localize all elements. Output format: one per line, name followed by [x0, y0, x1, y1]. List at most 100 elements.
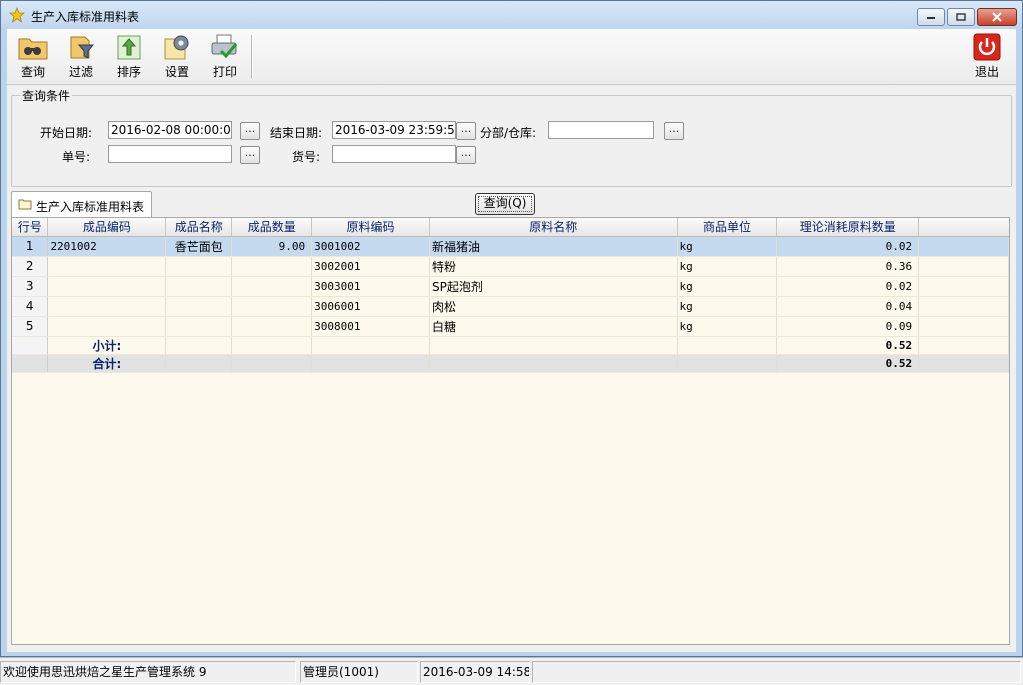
dept-warehouse-label: 分部/仓库:	[480, 126, 537, 140]
material-name-cell: 肉松	[429, 296, 678, 317]
maximize-icon	[956, 13, 966, 21]
consumption-cell: 0.02	[776, 236, 920, 257]
star-app-icon	[9, 7, 25, 23]
data-grid[interactable]: 行号 成品编码 成品名称 成品数量 原料编码 原料名称 商品单位 理论消耗原料数…	[11, 217, 1010, 645]
filler-cell	[918, 296, 1009, 317]
unit-cell: kg	[677, 276, 778, 297]
goods-no-field[interactable]	[332, 145, 456, 163]
order-no-field[interactable]	[108, 145, 232, 163]
status-welcome: 欢迎使用思迅烘焙之星生产管理系统 9	[0, 661, 296, 683]
subtotal-label: 小计:	[47, 336, 167, 355]
filter-icon	[70, 36, 95, 59]
status-empty-panel	[532, 661, 1021, 683]
filter-tool-label: 过滤	[68, 65, 93, 79]
product-name-cell	[165, 276, 233, 297]
col-header-material-code[interactable]: 原料编码	[311, 218, 430, 237]
empty-cell	[429, 336, 678, 355]
maximize-button[interactable]	[947, 8, 975, 26]
material-code-cell: 3002001	[311, 256, 430, 277]
settings-tool-button[interactable]: 设置	[155, 33, 199, 83]
sort-tool-button[interactable]: 排序	[107, 33, 151, 83]
product-name-cell	[165, 316, 233, 337]
start-date-field[interactable]: 2016-02-08 00:00:00	[108, 121, 232, 139]
row-number: 1	[12, 236, 49, 257]
material-code-cell: 3003001	[311, 276, 430, 297]
empty-cell	[677, 354, 778, 373]
start-date-browse-button[interactable]: ...	[240, 122, 260, 140]
table-row[interactable]: 2 3002001 特粉 kg 0.36	[12, 256, 1009, 277]
tab-label: 生产入库标准用料表	[36, 200, 145, 214]
empty-cell	[311, 354, 430, 373]
dept-warehouse-browse-button[interactable]: ...	[664, 122, 684, 140]
end-date-browse-button[interactable]: ...	[456, 122, 476, 140]
status-bar: 欢迎使用思迅烘焙之星生产管理系统 9 管理员(1001) 2016-03-09 …	[0, 657, 1023, 685]
product-name-cell: 香芒面包	[165, 236, 233, 257]
col-header-consumption[interactable]: 理论消耗原料数量	[776, 218, 920, 237]
col-header-product-code[interactable]: 成品编码	[47, 218, 167, 237]
exit-button[interactable]: 退出	[965, 33, 1009, 83]
col-header-filler	[918, 218, 1009, 237]
dept-warehouse-field[interactable]	[548, 121, 654, 139]
product-code-cell: 2201002	[47, 236, 167, 257]
empty-cell	[311, 336, 430, 355]
material-code-cell: 3006001	[311, 296, 430, 317]
unit-cell: kg	[677, 296, 778, 317]
product-name-cell	[165, 256, 233, 277]
table-row[interactable]: 1 2201002 香芒面包 9.00 3001002 新福猪油 kg 0.02	[12, 236, 1009, 257]
printer-icon	[211, 34, 238, 59]
empty-cell	[165, 336, 233, 355]
print-tool-button[interactable]: 打印	[203, 33, 247, 83]
product-code-cell	[47, 316, 167, 337]
empty-cell	[677, 336, 778, 355]
title-bar: 生产入库标准用料表	[1, 1, 1022, 29]
subtotal-row: 小计: 0.52	[12, 336, 1009, 355]
product-qty-cell: 9.00	[231, 236, 313, 257]
material-name-cell: SP起泡剂	[429, 276, 678, 297]
table-row[interactable]: 5 3008001 白糖 kg 0.09	[12, 316, 1009, 337]
status-datetime: 2016-03-09 14:58	[420, 661, 530, 683]
order-no-label: 单号:	[62, 150, 91, 164]
table-row[interactable]: 3 3003001 SP起泡剂 kg 0.02	[12, 276, 1009, 297]
sort-tool-label: 排序	[116, 65, 141, 79]
toolbar: 查询 过滤 排序 设置 打印 退出	[7, 29, 1016, 85]
query-button[interactable]: 查询(Q)	[475, 193, 535, 215]
col-header-unit[interactable]: 商品单位	[677, 218, 778, 237]
product-qty-cell	[231, 296, 313, 317]
close-button[interactable]	[977, 8, 1017, 26]
row-number: 4	[12, 296, 49, 317]
row-number: 5	[12, 316, 49, 337]
material-name-cell: 白糖	[429, 316, 678, 337]
close-icon	[992, 12, 1002, 22]
start-date-label: 开始日期:	[40, 126, 93, 140]
filler-cell	[918, 316, 1009, 337]
filter-tool-button[interactable]: 过滤	[59, 33, 103, 83]
order-no-browse-button[interactable]: ...	[240, 146, 260, 164]
app-window: 生产入库标准用料表 查询 过滤 排序 设置 打印 退出 查询条件 开始日期: 2…	[0, 0, 1023, 657]
table-row[interactable]: 4 3006001 肉松 kg 0.04	[12, 296, 1009, 317]
query-conditions-group: 查询条件 开始日期: 2016-02-08 00:00:00 ... 结束日期:…	[11, 87, 1012, 187]
end-date-field[interactable]: 2016-03-09 23:59:59	[332, 121, 456, 139]
total-value: 0.52	[776, 354, 920, 373]
tab-report[interactable]: 生产入库标准用料表	[11, 191, 152, 217]
empty-cell	[429, 354, 678, 373]
sort-icon	[117, 35, 141, 60]
group-title: 查询条件	[20, 87, 73, 104]
minimize-button[interactable]	[917, 8, 945, 26]
col-header-product-qty[interactable]: 成品数量	[231, 218, 313, 237]
goods-no-browse-button[interactable]: ...	[456, 146, 476, 164]
subtotal-value: 0.52	[776, 336, 920, 355]
row-number	[12, 336, 49, 355]
filler-cell	[918, 236, 1009, 257]
col-header-product-name[interactable]: 成品名称	[165, 218, 233, 237]
goods-no-label: 货号:	[292, 150, 321, 164]
minimize-icon	[927, 17, 935, 19]
empty-cell	[165, 354, 233, 373]
toolbar-separator	[251, 35, 253, 79]
product-code-cell	[47, 296, 167, 317]
query-tool-button[interactable]: 查询	[11, 33, 55, 83]
col-header-material-name[interactable]: 原料名称	[429, 218, 678, 237]
unit-cell: kg	[677, 316, 778, 337]
col-header-row-no[interactable]: 行号	[12, 218, 49, 237]
product-qty-cell	[231, 316, 313, 337]
folder-icon	[18, 199, 32, 210]
